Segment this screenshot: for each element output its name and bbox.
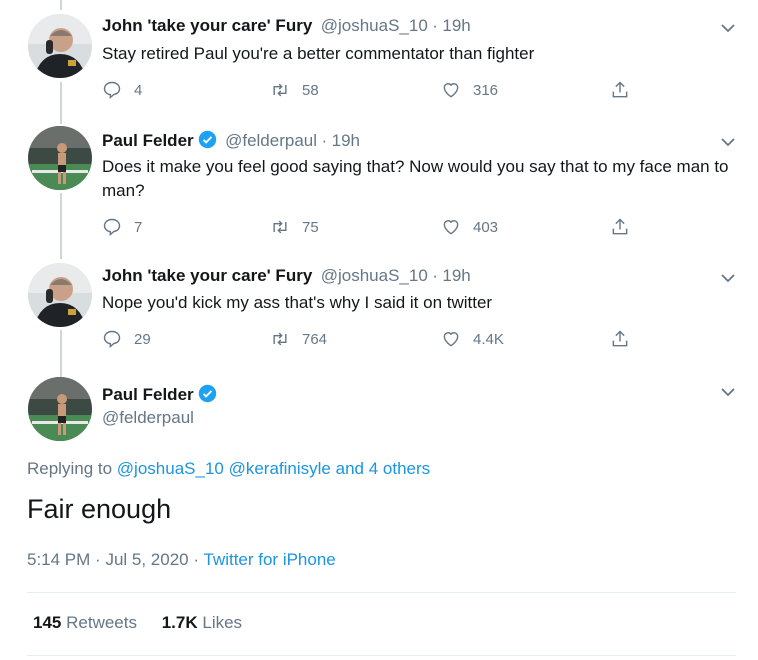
separator: · xyxy=(321,131,328,150)
tweet-text: Does it make you feel good saying that? … xyxy=(102,157,729,200)
like-button[interactable]: 316 xyxy=(441,80,498,100)
reply-count: 7 xyxy=(134,218,143,236)
like-button[interactable]: 403 xyxy=(441,217,498,237)
tweet-text: Nope you'd kick my ass that's why I said… xyxy=(102,293,493,312)
user-handle[interactable]: @joshuaS_10 xyxy=(321,266,428,285)
reply-count: 4 xyxy=(134,81,143,99)
reply-button[interactable]: 7 xyxy=(102,217,142,237)
like-count: 403 xyxy=(473,218,499,236)
thread-line xyxy=(60,330,62,377)
like-count: 4.4K xyxy=(473,330,504,348)
share-icon xyxy=(612,81,628,98)
retweets-stat[interactable]: 145 Retweets xyxy=(33,613,142,632)
chevron-down-icon[interactable] xyxy=(720,20,736,36)
like-count: 316 xyxy=(473,81,499,99)
mention-link[interactable]: @kerafinisyle xyxy=(229,459,331,478)
retweets-count: 145 xyxy=(33,613,62,632)
tweet-time[interactable]: 19h xyxy=(442,16,470,35)
like-button[interactable]: 4.4K xyxy=(441,329,504,349)
retweet-count: 764 xyxy=(302,330,328,348)
retweet-count: 75 xyxy=(302,218,319,236)
share-button[interactable] xyxy=(610,80,630,100)
replying-prefix: Replying to xyxy=(27,459,113,478)
avatar[interactable] xyxy=(28,377,92,441)
share-icon xyxy=(612,330,628,347)
retweet-icon xyxy=(273,220,287,234)
tweet-time[interactable]: 19h xyxy=(332,131,360,150)
retweet-icon xyxy=(273,332,287,346)
likes-label: Likes xyxy=(202,613,243,632)
separator: · xyxy=(432,266,438,285)
separator: · xyxy=(432,16,438,35)
retweet-button[interactable]: 75 xyxy=(270,217,319,237)
divider xyxy=(27,655,736,656)
heart-icon xyxy=(443,220,459,235)
reply-icon xyxy=(103,330,121,349)
tweet-meta: 5:14 PM · Jul 5, 2020 · Twitter for iPho… xyxy=(27,550,336,570)
reply-button[interactable]: 29 xyxy=(102,329,151,349)
reply-count: 29 xyxy=(134,330,151,348)
separator: · xyxy=(193,550,200,569)
heart-icon xyxy=(443,332,459,347)
avatar[interactable] xyxy=(28,126,92,190)
separator: · xyxy=(95,550,101,569)
user-handle[interactable]: @joshuaS_10 xyxy=(321,16,428,35)
tweet-source-link[interactable]: Twitter for iPhone xyxy=(203,550,335,569)
avatar[interactable] xyxy=(28,14,92,78)
display-name[interactable]: Paul Felder xyxy=(102,385,194,404)
heart-icon xyxy=(443,83,459,98)
share-button[interactable] xyxy=(610,329,630,349)
chevron-down-icon[interactable] xyxy=(720,134,736,150)
likes-stat[interactable]: 1.7K Likes xyxy=(162,613,242,632)
reply-icon xyxy=(103,218,121,237)
retweets-label: Retweets xyxy=(66,613,137,632)
reply-icon xyxy=(103,81,121,100)
tweet-text: Stay retired Paul you're a better commen… xyxy=(102,44,535,63)
display-name[interactable]: Paul Felder xyxy=(102,131,194,150)
avatar[interactable] xyxy=(28,263,92,327)
main-tweet-text: Fair enough xyxy=(27,494,172,524)
thread-line xyxy=(60,82,62,124)
retweet-button[interactable]: 58 xyxy=(270,80,319,100)
thread-line xyxy=(60,0,62,10)
tweet-date[interactable]: Jul 5, 2020 xyxy=(105,550,188,569)
display-name[interactable]: John 'take your care' Fury xyxy=(102,16,312,35)
tweet-time[interactable]: 19h xyxy=(442,266,470,285)
retweet-count: 58 xyxy=(302,81,319,99)
verified-badge-icon xyxy=(198,384,216,403)
retweet-icon xyxy=(273,83,287,97)
mention-link[interactable]: @joshuaS_10 xyxy=(117,459,224,478)
likes-count: 1.7K xyxy=(161,613,198,632)
user-handle[interactable]: @felderpaul xyxy=(225,131,317,150)
divider xyxy=(27,592,736,593)
engagement-stats: 145 Retweets 1.7K Likes xyxy=(33,613,242,633)
display-name[interactable]: John 'take your care' Fury xyxy=(102,266,312,285)
share-button[interactable] xyxy=(610,217,630,237)
retweet-button[interactable]: 764 xyxy=(270,329,327,349)
verified-badge-icon xyxy=(198,130,216,149)
thread-line xyxy=(60,193,62,259)
others-link[interactable]: and 4 others xyxy=(336,459,431,478)
reply-button[interactable]: 4 xyxy=(102,80,142,100)
chevron-down-icon[interactable] xyxy=(720,270,736,286)
tweet-time[interactable]: 5:14 PM xyxy=(27,550,90,569)
share-icon xyxy=(612,218,628,235)
chevron-down-icon[interactable] xyxy=(720,384,736,400)
replying-to: Replying to @joshuaS_10 @kerafinisyle an… xyxy=(27,459,430,479)
user-handle[interactable]: @felderpaul xyxy=(102,408,194,428)
